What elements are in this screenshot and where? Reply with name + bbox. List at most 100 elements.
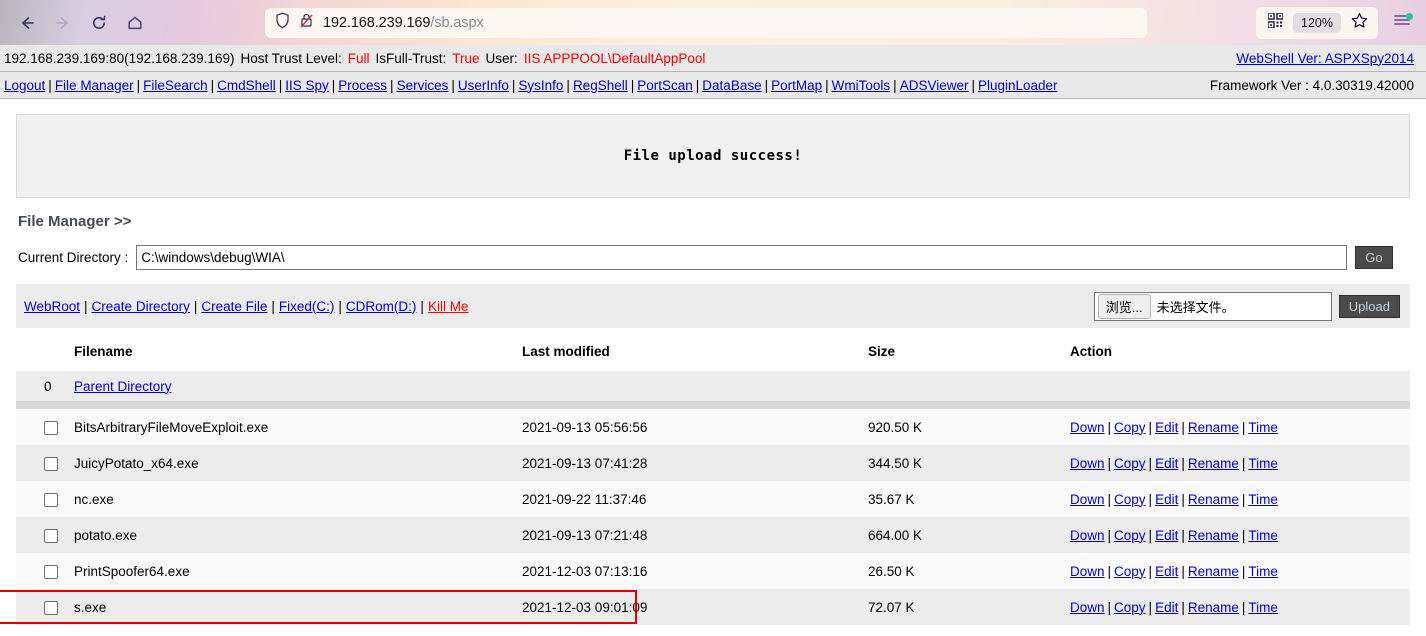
action-down-link[interactable]: Down bbox=[1070, 564, 1105, 579]
file-list-header: Filename Last modified Size Action bbox=[16, 342, 1410, 371]
nav-link-filesearch[interactable]: FileSearch bbox=[143, 78, 208, 93]
cell-action: Down | Copy | Edit | Rename | Time bbox=[1070, 589, 1410, 625]
action-time-link[interactable]: Time bbox=[1248, 456, 1278, 471]
nav-link-logout[interactable]: Logout bbox=[4, 78, 45, 93]
shield-icon[interactable] bbox=[275, 12, 290, 34]
quick-link-separator: | bbox=[84, 298, 88, 314]
row-checkbox[interactable] bbox=[44, 456, 58, 471]
action-edit-link[interactable]: Edit bbox=[1155, 528, 1178, 543]
nav-link-sysinfo[interactable]: SysInfo bbox=[518, 78, 563, 93]
action-rename-link[interactable]: Rename bbox=[1188, 600, 1239, 615]
action-down-link[interactable]: Down bbox=[1070, 456, 1105, 471]
action-copy-link[interactable]: Copy bbox=[1114, 564, 1146, 579]
cell-action: Down | Copy | Edit | Rename | Time bbox=[1070, 445, 1410, 481]
app-menu-button[interactable] bbox=[1386, 8, 1418, 38]
nav-link-services[interactable]: Services bbox=[397, 78, 449, 93]
cell-last-modified: 2021-12-03 09:01:09 bbox=[522, 589, 868, 625]
nav-link-iis-spy[interactable]: IIS Spy bbox=[285, 78, 329, 93]
nav-link-process[interactable]: Process bbox=[338, 78, 387, 93]
nav-separator: | bbox=[893, 77, 897, 93]
action-edit-link[interactable]: Edit bbox=[1155, 492, 1178, 507]
action-time-link[interactable]: Time bbox=[1248, 600, 1278, 615]
action-edit-link[interactable]: Edit bbox=[1155, 456, 1178, 471]
zoom-level-badge[interactable]: 120% bbox=[1293, 12, 1341, 33]
trust-level-label: Host Trust Level: bbox=[240, 50, 342, 66]
webshell-version-link[interactable]: WebShell Ver: ASPXSpy2014 bbox=[1236, 51, 1414, 66]
nav-link-regshell[interactable]: RegShell bbox=[573, 78, 628, 93]
action-separator: | bbox=[1107, 455, 1112, 471]
action-separator: | bbox=[1148, 599, 1153, 615]
quick-link-create-directory[interactable]: Create Directory bbox=[92, 299, 190, 314]
upload-button[interactable]: Upload bbox=[1338, 294, 1400, 318]
action-copy-link[interactable]: Copy bbox=[1114, 492, 1146, 507]
nav-link-userinfo[interactable]: UserInfo bbox=[458, 78, 509, 93]
go-button[interactable]: Go bbox=[1355, 246, 1393, 269]
nav-link-file-manager[interactable]: File Manager bbox=[55, 78, 134, 93]
cell-action: Down | Copy | Edit | Rename | Time bbox=[1070, 409, 1410, 445]
cell-action: Down | Copy | Edit | Rename | Time bbox=[1070, 481, 1410, 517]
quick-link-create-file[interactable]: Create File bbox=[201, 299, 267, 314]
action-copy-link[interactable]: Copy bbox=[1114, 456, 1146, 471]
toolbar-right-icons: 120% bbox=[1256, 6, 1418, 39]
action-edit-link[interactable]: Edit bbox=[1155, 420, 1178, 435]
browse-button[interactable]: 浏览... bbox=[1097, 293, 1151, 319]
action-time-link[interactable]: Time bbox=[1248, 528, 1278, 543]
lock-crossed-icon[interactable] bbox=[299, 12, 314, 34]
current-directory-input[interactable] bbox=[136, 245, 1348, 270]
back-button[interactable] bbox=[10, 7, 44, 39]
row-checkbox[interactable] bbox=[44, 600, 58, 615]
action-rename-link[interactable]: Rename bbox=[1188, 528, 1239, 543]
quick-link-fixed-c-[interactable]: Fixed(C:) bbox=[279, 299, 335, 314]
action-rename-link[interactable]: Rename bbox=[1188, 492, 1239, 507]
action-edit-link[interactable]: Edit bbox=[1155, 600, 1178, 615]
cell-last-modified: 2021-12-03 07:13:16 bbox=[522, 553, 868, 589]
action-separator: | bbox=[1107, 419, 1112, 435]
action-separator: | bbox=[1107, 491, 1112, 507]
row-checkbox[interactable] bbox=[44, 492, 58, 507]
row-checkbox[interactable] bbox=[44, 528, 58, 543]
action-separator: | bbox=[1241, 527, 1246, 543]
nav-link-database[interactable]: DataBase bbox=[702, 78, 761, 93]
action-edit-link[interactable]: Edit bbox=[1155, 564, 1178, 579]
nav-link-wmitools[interactable]: WmiTools bbox=[832, 78, 891, 93]
forward-button[interactable] bbox=[46, 7, 80, 39]
qr-code-button[interactable] bbox=[1259, 8, 1291, 38]
action-time-link[interactable]: Time bbox=[1248, 492, 1278, 507]
nav-link-cmdshell[interactable]: CmdShell bbox=[217, 78, 276, 93]
action-copy-link[interactable]: Copy bbox=[1114, 528, 1146, 543]
action-down-link[interactable]: Down bbox=[1070, 492, 1105, 507]
action-rename-link[interactable]: Rename bbox=[1188, 456, 1239, 471]
action-rename-link[interactable]: Rename bbox=[1188, 564, 1239, 579]
reload-icon bbox=[90, 14, 108, 32]
action-down-link[interactable]: Down bbox=[1070, 528, 1105, 543]
quick-link-webroot[interactable]: WebRoot bbox=[24, 299, 80, 314]
reload-button[interactable] bbox=[82, 7, 116, 39]
bookmark-button[interactable] bbox=[1343, 8, 1375, 38]
nav-link-portmap[interactable]: PortMap bbox=[771, 78, 822, 93]
action-copy-link[interactable]: Copy bbox=[1114, 600, 1146, 615]
nav-link-pluginloader[interactable]: PluginLoader bbox=[978, 78, 1058, 93]
action-down-link[interactable]: Down bbox=[1070, 600, 1105, 615]
action-rename-link[interactable]: Rename bbox=[1188, 420, 1239, 435]
nav-separator: | bbox=[695, 77, 700, 93]
action-separator: | bbox=[1148, 419, 1153, 435]
back-arrow-icon bbox=[18, 14, 36, 32]
address-bar[interactable]: 192.168.239.169/sb.aspx bbox=[265, 7, 1147, 38]
quick-link-kill-me[interactable]: Kill Me bbox=[428, 299, 469, 314]
nav-link-adsviewer[interactable]: ADSViewer bbox=[900, 78, 969, 93]
nav-link-portscan[interactable]: PortScan bbox=[637, 78, 693, 93]
row-checkbox[interactable] bbox=[44, 420, 58, 435]
row-checkbox[interactable] bbox=[44, 564, 58, 579]
action-time-link[interactable]: Time bbox=[1248, 564, 1278, 579]
action-copy-link[interactable]: Copy bbox=[1114, 420, 1146, 435]
cell-action: Down | Copy | Edit | Rename | Time bbox=[1070, 553, 1410, 589]
table-spacer-row bbox=[16, 401, 1410, 409]
action-time-link[interactable]: Time bbox=[1248, 420, 1278, 435]
quick-link-cdrom-d-[interactable]: CDRom(D:) bbox=[346, 299, 417, 314]
parent-directory-link[interactable]: Parent Directory bbox=[74, 379, 172, 394]
file-input[interactable]: 浏览... 未选择文件。 bbox=[1093, 291, 1332, 321]
action-down-link[interactable]: Down bbox=[1070, 420, 1105, 435]
home-button[interactable] bbox=[118, 7, 152, 39]
action-separator: | bbox=[1181, 491, 1185, 507]
row-index: 0 bbox=[44, 378, 52, 394]
